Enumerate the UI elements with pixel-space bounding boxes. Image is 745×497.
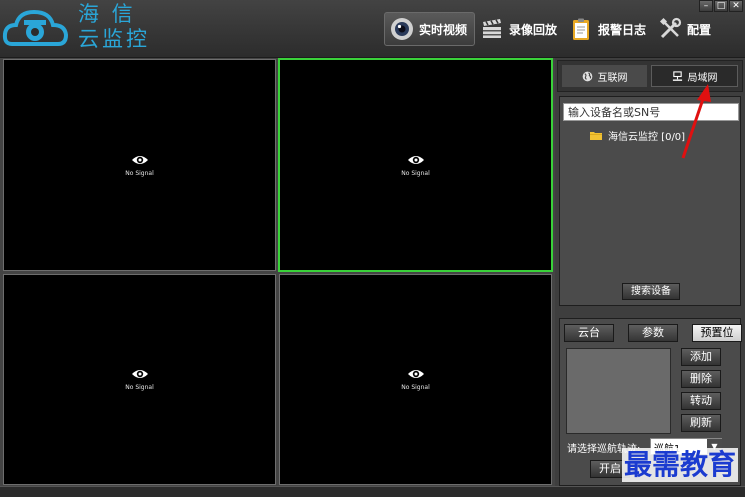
no-signal-text: No Signal bbox=[125, 384, 154, 391]
no-signal-text: No Signal bbox=[401, 384, 430, 391]
search-device-button[interactable]: 搜索设备 bbox=[622, 283, 680, 300]
title-bar: 海 信 云监控 实时视频 录像回放 报警日志 配置 – □ ✕ bbox=[0, 0, 745, 58]
logo-line-2: 云监控 bbox=[78, 27, 150, 51]
tab-presets[interactable]: 预置位 bbox=[692, 324, 742, 342]
video-cell-3[interactable]: No Signal bbox=[3, 274, 276, 485]
clapperboard-icon bbox=[483, 19, 502, 38]
watermark-text: 最需教育 bbox=[622, 448, 739, 482]
tree-item-root[interactable]: 海信云监控 [0/0] bbox=[590, 128, 685, 143]
nav-settings[interactable]: 配置 bbox=[653, 12, 718, 46]
status-bar bbox=[0, 486, 745, 497]
delete-preset-button[interactable]: 删除 bbox=[681, 370, 721, 388]
no-signal-text: No Signal bbox=[401, 169, 430, 177]
minimize-icon[interactable]: – bbox=[699, 0, 713, 12]
eye-icon bbox=[131, 155, 148, 164]
cloud-camera-logo-icon bbox=[2, 9, 69, 46]
tab-internet[interactable]: 互联网 bbox=[562, 65, 647, 87]
tree-item-label: 海信云监控 [0/0] bbox=[608, 132, 686, 143]
refresh-preset-button[interactable]: 刷新 bbox=[681, 414, 721, 432]
right-panel: 互联网 局域网 海信云监控 [0/0] 搜索设备 云台 参数 预置位 bbox=[555, 58, 745, 486]
video-cell-1[interactable]: No Signal bbox=[3, 59, 276, 271]
eye-icon bbox=[407, 370, 424, 378]
nav-label: 配置 bbox=[687, 22, 712, 37]
close-icon[interactable]: ✕ bbox=[729, 0, 743, 12]
add-preset-button[interactable]: 添加 bbox=[681, 348, 721, 366]
globe-icon bbox=[582, 71, 592, 81]
main-nav: 实时视频 录像回放 报警日志 配置 bbox=[384, 12, 718, 46]
network-tabs: 互联网 局域网 bbox=[557, 60, 743, 92]
no-signal-text: No Signal bbox=[125, 169, 154, 177]
clipboard-icon bbox=[573, 18, 590, 40]
ptz-tabs: 云台 参数 预置位 bbox=[564, 324, 742, 342]
device-search-input[interactable] bbox=[563, 103, 739, 121]
logo-line-1: 海 信 bbox=[78, 2, 136, 26]
tab-parameters[interactable]: 参数 bbox=[628, 324, 678, 342]
nav-playback[interactable]: 录像回放 bbox=[475, 12, 564, 46]
tab-label: 局域网 bbox=[687, 72, 718, 84]
lan-icon bbox=[672, 70, 682, 81]
nav-live-video[interactable]: 实时视频 bbox=[384, 12, 476, 46]
device-list-panel: 海信云监控 [0/0] 搜索设备 bbox=[559, 96, 741, 306]
tools-icon bbox=[660, 17, 682, 39]
tab-lan[interactable]: 局域网 bbox=[651, 65, 738, 87]
preset-list[interactable] bbox=[566, 348, 671, 434]
tab-label: 互联网 bbox=[597, 72, 628, 84]
nav-label: 报警日志 bbox=[598, 22, 647, 37]
video-cell-2[interactable]: No Signal bbox=[278, 58, 553, 272]
eye-icon bbox=[407, 155, 424, 164]
maximize-icon[interactable]: □ bbox=[714, 0, 728, 12]
camera-lens-icon bbox=[391, 18, 413, 40]
eye-icon bbox=[131, 370, 148, 378]
nav-label: 实时视频 bbox=[419, 22, 468, 37]
rotate-preset-button[interactable]: 转动 bbox=[681, 392, 721, 410]
tab-ptz[interactable]: 云台 bbox=[564, 324, 614, 342]
nav-alarm-log[interactable]: 报警日志 bbox=[564, 12, 653, 46]
video-grid: No Signal No Signal No Signal No Signal bbox=[0, 58, 555, 486]
window-controls: – □ ✕ bbox=[699, 0, 743, 12]
folder-icon bbox=[590, 132, 602, 140]
app-logo-text: 海 信 云监控 bbox=[78, 2, 168, 52]
video-cell-4[interactable]: No Signal bbox=[279, 274, 552, 485]
preset-actions: 添加 删除 转动 刷新 bbox=[681, 348, 721, 432]
nav-label: 录像回放 bbox=[509, 22, 558, 37]
